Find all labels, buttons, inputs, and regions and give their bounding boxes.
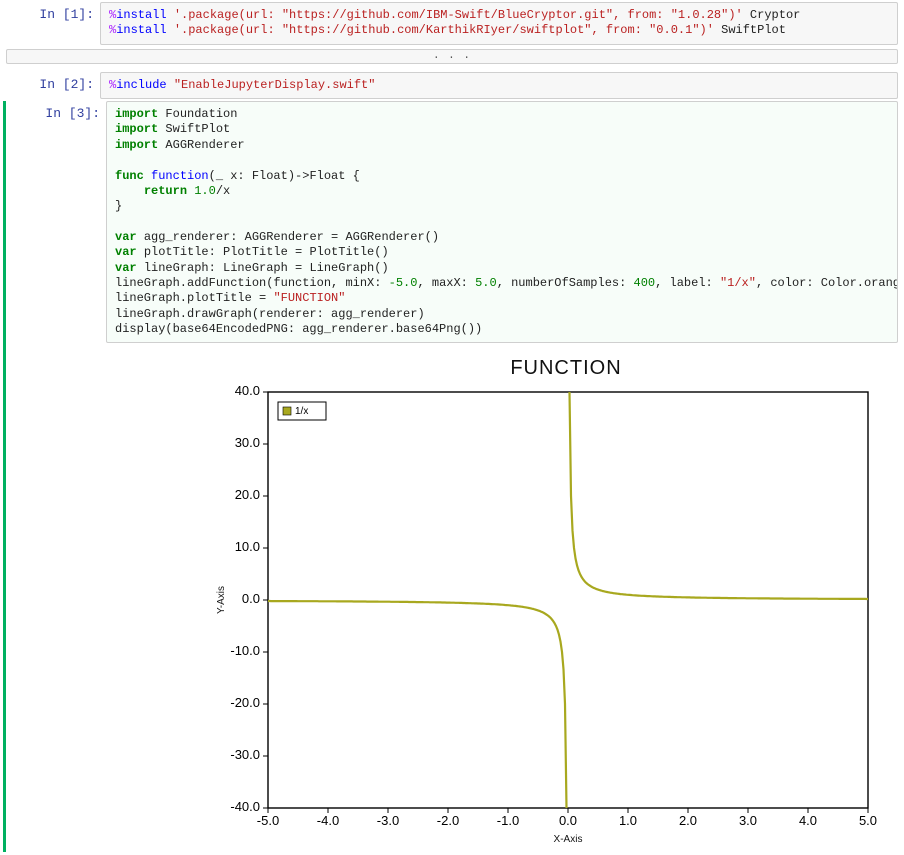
string-literal: "1/x" — [720, 276, 756, 290]
svg-text:10.0: 10.0 — [235, 539, 260, 554]
string-literal: "FUNCTION" — [273, 291, 345, 305]
text: , numberOfSamples: — [497, 276, 634, 290]
svg-text:X-Axis: X-Axis — [554, 834, 583, 845]
string-literal: '.package(url: "https://github.com/IBM-S… — [174, 8, 743, 22]
svg-text:-1.0: -1.0 — [497, 813, 519, 828]
kw-func: func — [115, 169, 151, 183]
magic-install: install — [116, 23, 166, 37]
output-cell-3: FUNCTION -5.0-4.0-3.0-2.0-1.00.01.02.03.… — [12, 345, 898, 852]
svg-text:-5.0: -5.0 — [257, 813, 279, 828]
collapsed-output-bar[interactable]: . . . — [6, 49, 898, 64]
text: Cryptor — [743, 8, 801, 22]
kw-var: var — [115, 245, 144, 259]
code-input-2[interactable]: %include "EnableJupyterDisplay.swift" — [100, 72, 898, 99]
string-literal: "EnableJupyterDisplay.swift" — [174, 78, 376, 92]
svg-text:3.0: 3.0 — [739, 813, 757, 828]
prompt-1: In [1]: — [6, 2, 100, 45]
prompt-3: In [3]: — [12, 101, 106, 343]
svg-text:-40.0: -40.0 — [230, 799, 260, 814]
module: AGGRenderer — [165, 138, 244, 152]
svg-text:-3.0: -3.0 — [377, 813, 399, 828]
code-input-3[interactable]: import Foundation import SwiftPlot impor… — [106, 101, 898, 343]
code-cell-1: In [1]: %install '.package(url: "https:/… — [6, 2, 898, 45]
kw-return: return — [144, 184, 194, 198]
number: 400 — [634, 276, 656, 290]
text: agg_renderer: AGGRenderer = AGGRenderer(… — [144, 230, 439, 244]
svg-text:1/x: 1/x — [295, 406, 308, 417]
code-cell-3: In [3]: import Foundation import SwiftPl… — [12, 101, 898, 343]
text: SwiftPlot — [714, 23, 786, 37]
svg-text:-30.0: -30.0 — [230, 747, 260, 762]
prompt-2: In [2]: — [6, 72, 100, 99]
svg-text:4.0: 4.0 — [799, 813, 817, 828]
svg-text:20.0: 20.0 — [235, 487, 260, 502]
text: /x — [216, 184, 230, 198]
module: SwiftPlot — [165, 122, 230, 136]
output-prompt-blank — [12, 345, 106, 852]
svg-text:40.0: 40.0 — [235, 383, 260, 398]
number: 1.0 — [194, 184, 216, 198]
running-cell-outline: In [3]: import Foundation import SwiftPl… — [3, 101, 904, 852]
module: Foundation — [165, 107, 237, 121]
code-cell-2: In [2]: %include "EnableJupyterDisplay.s… — [6, 72, 898, 99]
number: 5.0 — [475, 276, 497, 290]
number: -5.0 — [389, 276, 418, 290]
text: , color: Color.orange) — [756, 276, 898, 290]
text: (_ x: Float)->Float { — [209, 169, 360, 183]
magic-install: install — [116, 8, 166, 22]
brace: } — [115, 199, 122, 213]
svg-text:5.0: 5.0 — [859, 813, 877, 828]
chart-container: FUNCTION -5.0 -4.0 -3.0 -2.0 -1.0 0.0 1.0 2.0 3.… — [206, 357, 904, 852]
string-literal: '.package(url: "https://github.com/Karth… — [174, 23, 714, 37]
svg-text:0.0: 0.0 — [559, 813, 577, 828]
text: lineGraph.drawGraph(renderer: agg_render… — [115, 307, 425, 321]
text: lineGraph: LineGraph = LineGraph() — [144, 261, 389, 275]
svg-text:0.0: 0.0 — [242, 591, 260, 606]
kw-import: import — [115, 122, 165, 136]
text: display(base64EncodedPNG: agg_renderer.b… — [115, 322, 482, 336]
magic-include: include — [116, 78, 166, 92]
indent — [115, 184, 144, 198]
text: , label: — [655, 276, 720, 290]
text: plotTitle: PlotTitle = PlotTitle() — [144, 245, 389, 259]
svg-text:-20.0: -20.0 — [230, 695, 260, 710]
svg-text:30.0: 30.0 — [235, 435, 260, 450]
svg-text:-4.0: -4.0 — [317, 813, 339, 828]
kw-import: import — [115, 138, 165, 152]
svg-text:1.0: 1.0 — [619, 813, 637, 828]
svg-text:-2.0: -2.0 — [437, 813, 459, 828]
text: lineGraph.addFunction(function, minX: — [115, 276, 389, 290]
svg-text:Y-Axis: Y-Axis — [216, 586, 227, 614]
output-area: FUNCTION -5.0 -4.0 -3.0 -2.0 -1.0 0.0 1.0 2.0 3.… — [106, 345, 904, 852]
text: lineGraph.plotTitle = — [115, 291, 273, 305]
func-name: function — [151, 169, 209, 183]
kw-var: var — [115, 261, 144, 275]
svg-text:2.0: 2.0 — [679, 813, 697, 828]
text: , maxX: — [417, 276, 475, 290]
kw-import: import — [115, 107, 165, 121]
chart-title: FUNCTION — [206, 357, 904, 380]
chart-svg: -5.0 -4.0 -3.0 -2.0 -1.0 0.0 1.0 2.0 3.0 4.0 5.0 -4… — [206, 382, 886, 852]
svg-text:-10.0: -10.0 — [230, 643, 260, 658]
kw-var: var — [115, 230, 144, 244]
code-input-1[interactable]: %install '.package(url: "https://github.… — [100, 2, 898, 45]
